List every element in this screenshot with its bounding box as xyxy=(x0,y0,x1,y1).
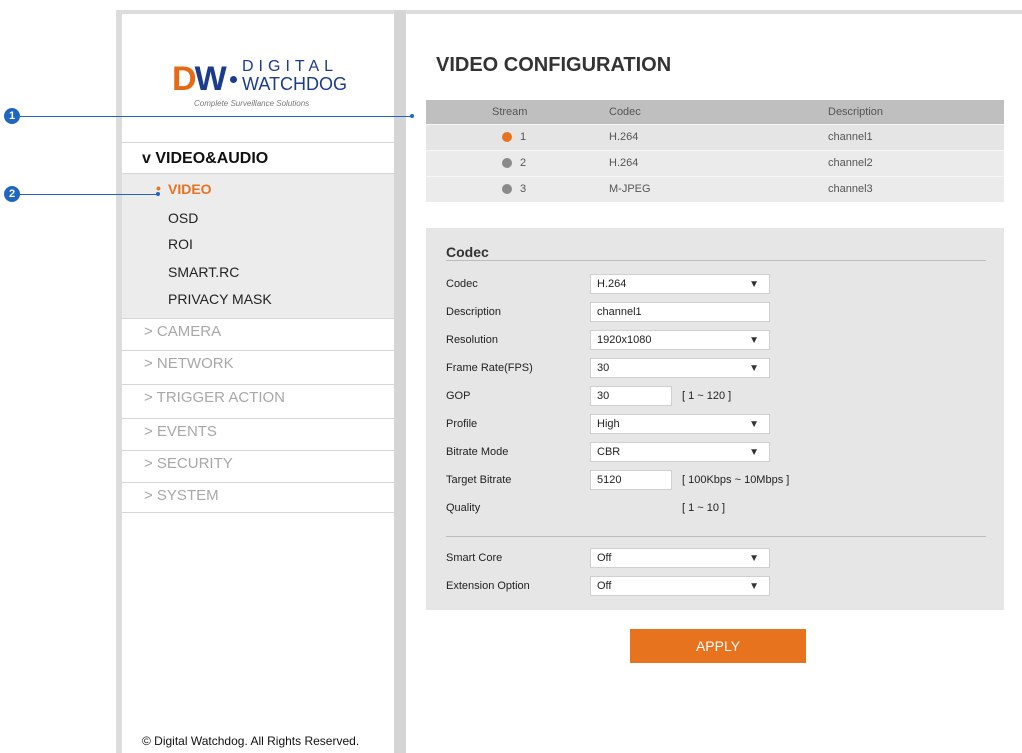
quality-label: Quality xyxy=(446,502,481,514)
smart-core-value: Off xyxy=(597,552,612,564)
bitrate-mode-value: CBR xyxy=(597,446,621,458)
stream-description: channel1 xyxy=(828,131,873,143)
codec-panel-divider xyxy=(446,260,986,261)
extension-option-label: Extension Option xyxy=(446,580,530,592)
frame-rate-value: 30 xyxy=(597,362,610,374)
stream-radio-icon[interactable] xyxy=(502,158,512,168)
menu-network[interactable]: > NETWORK xyxy=(122,350,394,376)
profile-label: Profile xyxy=(446,418,478,430)
dropdown-arrow-icon: ▼ xyxy=(749,279,759,290)
target-bitrate-input[interactable]: 5120 xyxy=(590,470,672,490)
codec-panel: Codec Codec H.264 ▼ Description channel1… xyxy=(426,228,1004,610)
video-audio-submenu: VIDEO OSD ROI SMART.RC PRIVACY MASK xyxy=(122,174,394,318)
frame-rate-label: Frame Rate(FPS) xyxy=(446,362,533,374)
profile-select[interactable]: High ▼ xyxy=(590,414,770,434)
codec-value: H.264 xyxy=(597,278,627,290)
dropdown-arrow-icon: ▼ xyxy=(749,447,759,458)
extension-option-value: Off xyxy=(597,580,612,592)
logo-mark: DW xyxy=(172,60,227,98)
stream-row-2[interactable]: 2 H.264 channel2 xyxy=(426,150,1004,176)
bitrate-mode-label: Bitrate Mode xyxy=(446,446,509,458)
stream-number: 2 xyxy=(520,157,527,169)
menu-section-video-audio[interactable]: v VIDEO&AUDIO xyxy=(122,142,394,174)
dropdown-arrow-icon: ▼ xyxy=(749,553,759,564)
callout-1-dot xyxy=(410,114,414,118)
callout-2-badge: 2 xyxy=(4,186,20,202)
gop-input[interactable]: 30 xyxy=(590,386,672,406)
header-stream: Stream xyxy=(492,106,528,118)
submenu-item-roi[interactable]: ROI xyxy=(168,236,193,252)
stream-row-3[interactable]: 3 M-JPEG channel3 xyxy=(426,176,1004,202)
resolution-value: 1920x1080 xyxy=(597,334,652,346)
codec-panel-divider-2 xyxy=(446,536,986,537)
menu-events[interactable]: > EVENTS xyxy=(122,418,394,444)
stream-radio-icon[interactable] xyxy=(502,132,512,142)
logo-word-watchdog: WATCHDOG xyxy=(242,74,347,94)
codec-label: Codec xyxy=(446,278,478,290)
stream-radio-icon[interactable] xyxy=(502,184,512,194)
codec-select[interactable]: H.264 ▼ xyxy=(590,274,770,294)
stream-number: 1 xyxy=(520,131,527,143)
stream-codec: M-JPEG xyxy=(609,183,651,195)
header-codec: Codec xyxy=(609,106,641,118)
callout-1-line xyxy=(20,116,412,117)
resolution-label: Resolution xyxy=(446,334,498,346)
submenu-item-smart-rc[interactable]: SMART.RC xyxy=(168,264,239,280)
callout-1-badge: 1 xyxy=(4,108,20,124)
brand-logo: DW DIGITAL WATCHDOG Complete Surveillanc… xyxy=(172,58,372,118)
stream-description: channel3 xyxy=(828,183,873,195)
menu-system[interactable]: > SYSTEM xyxy=(122,482,394,508)
stream-row-1[interactable]: 1 H.264 channel1 xyxy=(426,124,1004,150)
target-bitrate-label: Target Bitrate xyxy=(446,474,512,486)
main-panel: VIDEO CONFIGURATION Stream Codec Descrip… xyxy=(406,14,1022,753)
stream-codec: H.264 xyxy=(609,131,639,143)
stream-description: channel2 xyxy=(828,157,873,169)
smart-core-label: Smart Core xyxy=(446,552,503,564)
callout-2-dot xyxy=(156,192,160,196)
stream-number: 3 xyxy=(520,183,527,195)
description-label: Description xyxy=(446,306,502,318)
target-bitrate-range: [ 100Kbps ~ 10Mbps ] xyxy=(682,474,790,486)
extension-option-select[interactable]: Off ▼ xyxy=(590,576,770,596)
codec-panel-title: Codec xyxy=(446,244,489,260)
frame-rate-select[interactable]: 30 ▼ xyxy=(590,358,770,378)
panel-divider xyxy=(394,10,406,753)
callout-2-line xyxy=(20,194,158,195)
submenu-item-osd[interactable]: OSD xyxy=(168,210,198,226)
submenu-item-video[interactable]: VIDEO xyxy=(156,180,211,197)
dropdown-arrow-icon: ▼ xyxy=(749,581,759,592)
logo-bullet xyxy=(230,76,237,83)
sidebar: DW DIGITAL WATCHDOG Complete Surveillanc… xyxy=(122,14,394,753)
apply-button[interactable]: APPLY xyxy=(630,629,806,663)
menu-divider xyxy=(122,512,394,513)
dropdown-arrow-icon: ▼ xyxy=(749,363,759,374)
bitrate-mode-select[interactable]: CBR ▼ xyxy=(590,442,770,462)
stream-codec: H.264 xyxy=(609,157,639,169)
dropdown-arrow-icon: ▼ xyxy=(749,419,759,430)
smart-core-select[interactable]: Off ▼ xyxy=(590,548,770,568)
copyright-text: © Digital Watchdog. All Rights Reserved. xyxy=(142,734,360,748)
menu-trigger-action[interactable]: > TRIGGER ACTION xyxy=(122,384,394,410)
dropdown-arrow-icon: ▼ xyxy=(749,335,759,346)
description-input[interactable]: channel1 xyxy=(590,302,770,322)
logo-tagline: Complete Surveillance Solutions xyxy=(194,99,310,108)
quality-range: [ 1 ~ 10 ] xyxy=(682,502,726,514)
stream-table: Stream Codec Description 1 H.264 channel… xyxy=(426,100,1004,202)
stream-table-header: Stream Codec Description xyxy=(426,100,1004,124)
menu-camera[interactable]: > CAMERA xyxy=(122,318,394,344)
page-title: VIDEO CONFIGURATION xyxy=(436,54,672,76)
gop-range: [ 1 ~ 120 ] xyxy=(682,390,732,402)
menu-security[interactable]: > SECURITY xyxy=(122,450,394,476)
header-description: Description xyxy=(828,106,884,118)
resolution-select[interactable]: 1920x1080 ▼ xyxy=(590,330,770,350)
gop-label: GOP xyxy=(446,390,471,402)
submenu-item-privacy-mask[interactable]: PRIVACY MASK xyxy=(168,291,272,307)
profile-value: High xyxy=(597,418,620,430)
